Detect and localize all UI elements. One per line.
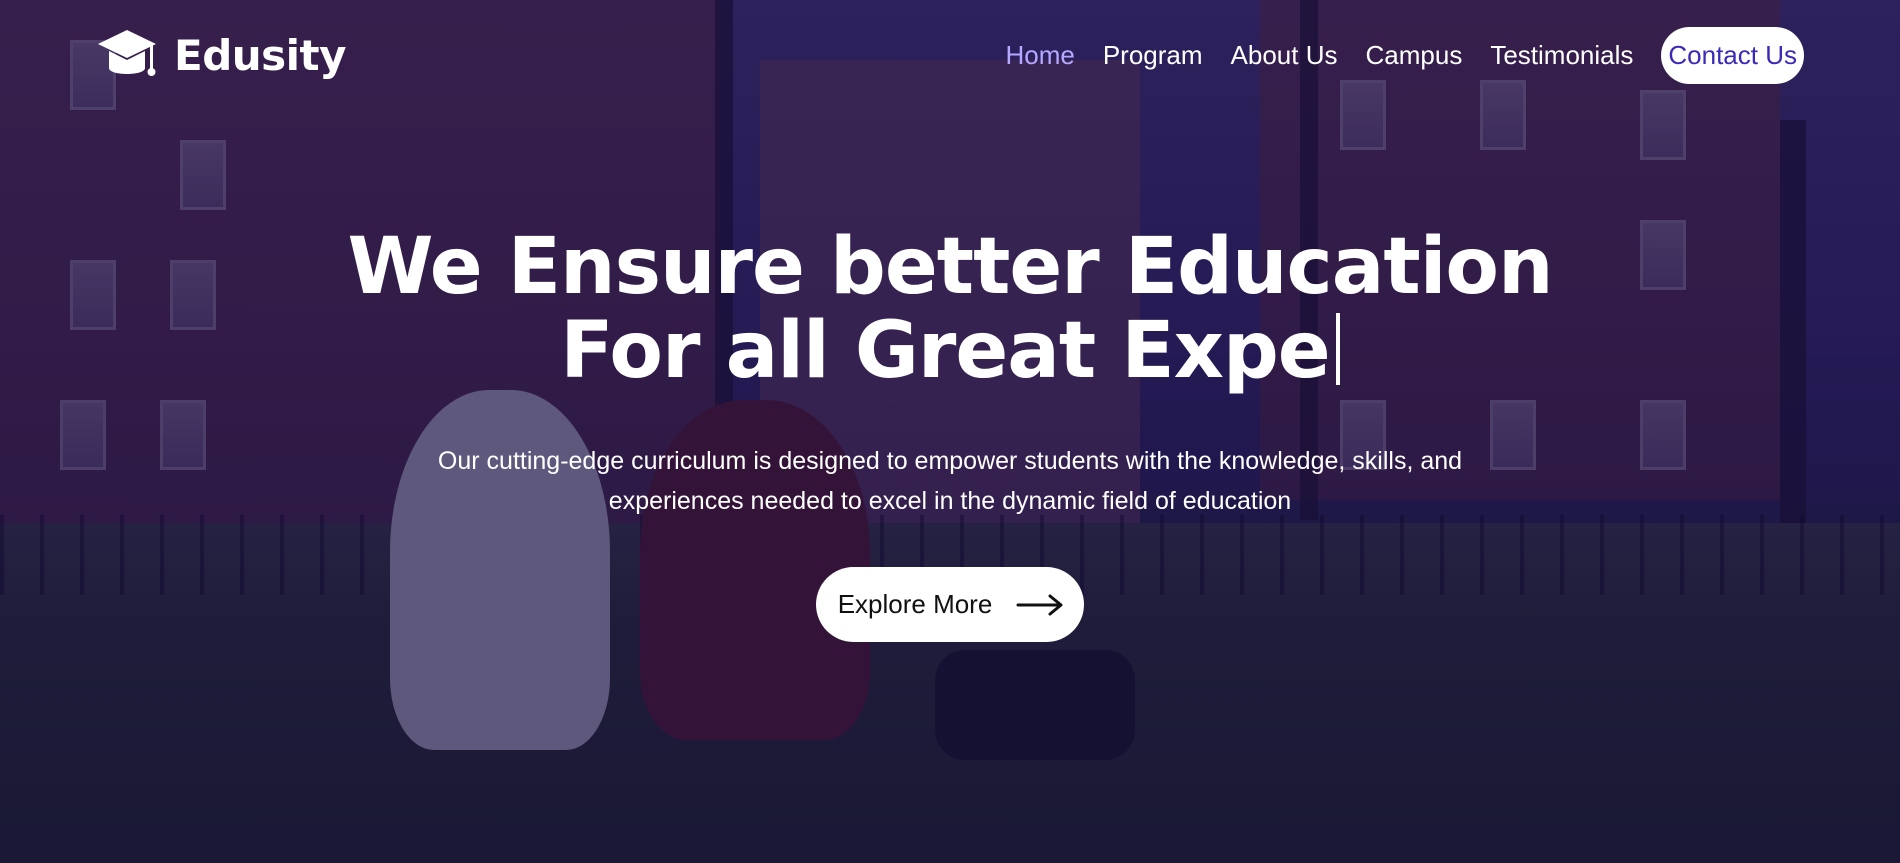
hero-section: We Ensure better Education For all Great…	[0, 225, 1900, 642]
graduation-cap-icon	[98, 30, 156, 76]
navbar: Edusity Home Program About Us Campus Tes…	[0, 0, 1900, 110]
nav-item-about-us[interactable]: About Us	[1231, 40, 1338, 71]
logo[interactable]: Edusity	[96, 26, 347, 84]
brand-name: Edusity	[174, 30, 347, 80]
nav-item-campus[interactable]: Campus	[1366, 40, 1463, 71]
explore-more-label: Explore More	[837, 589, 993, 619]
nav-item-testimonials[interactable]: Testimonials	[1490, 40, 1633, 71]
arrow-right-icon	[1016, 594, 1063, 615]
hero-title-line-1: We Ensure better Education	[347, 222, 1553, 312]
hero-subtitle: Our cutting-edge curriculum is designed …	[437, 447, 1463, 515]
nav-item-contact: Contact Us	[1661, 26, 1804, 84]
nav-menu: Home Program About Us Campus Testimonial…	[1005, 26, 1804, 84]
nav-item-program[interactable]: Program	[1103, 40, 1203, 71]
typing-cursor	[1335, 313, 1340, 385]
explore-more-button[interactable]: Explore More	[815, 567, 1085, 642]
hero-title-line-2: For all Great Expe	[560, 306, 1330, 396]
contact-us-button[interactable]: Contact Us	[1661, 26, 1804, 84]
nav-item-home[interactable]: Home	[1005, 40, 1074, 71]
hero-title: We Ensure better Education For all Great…	[0, 225, 1900, 393]
